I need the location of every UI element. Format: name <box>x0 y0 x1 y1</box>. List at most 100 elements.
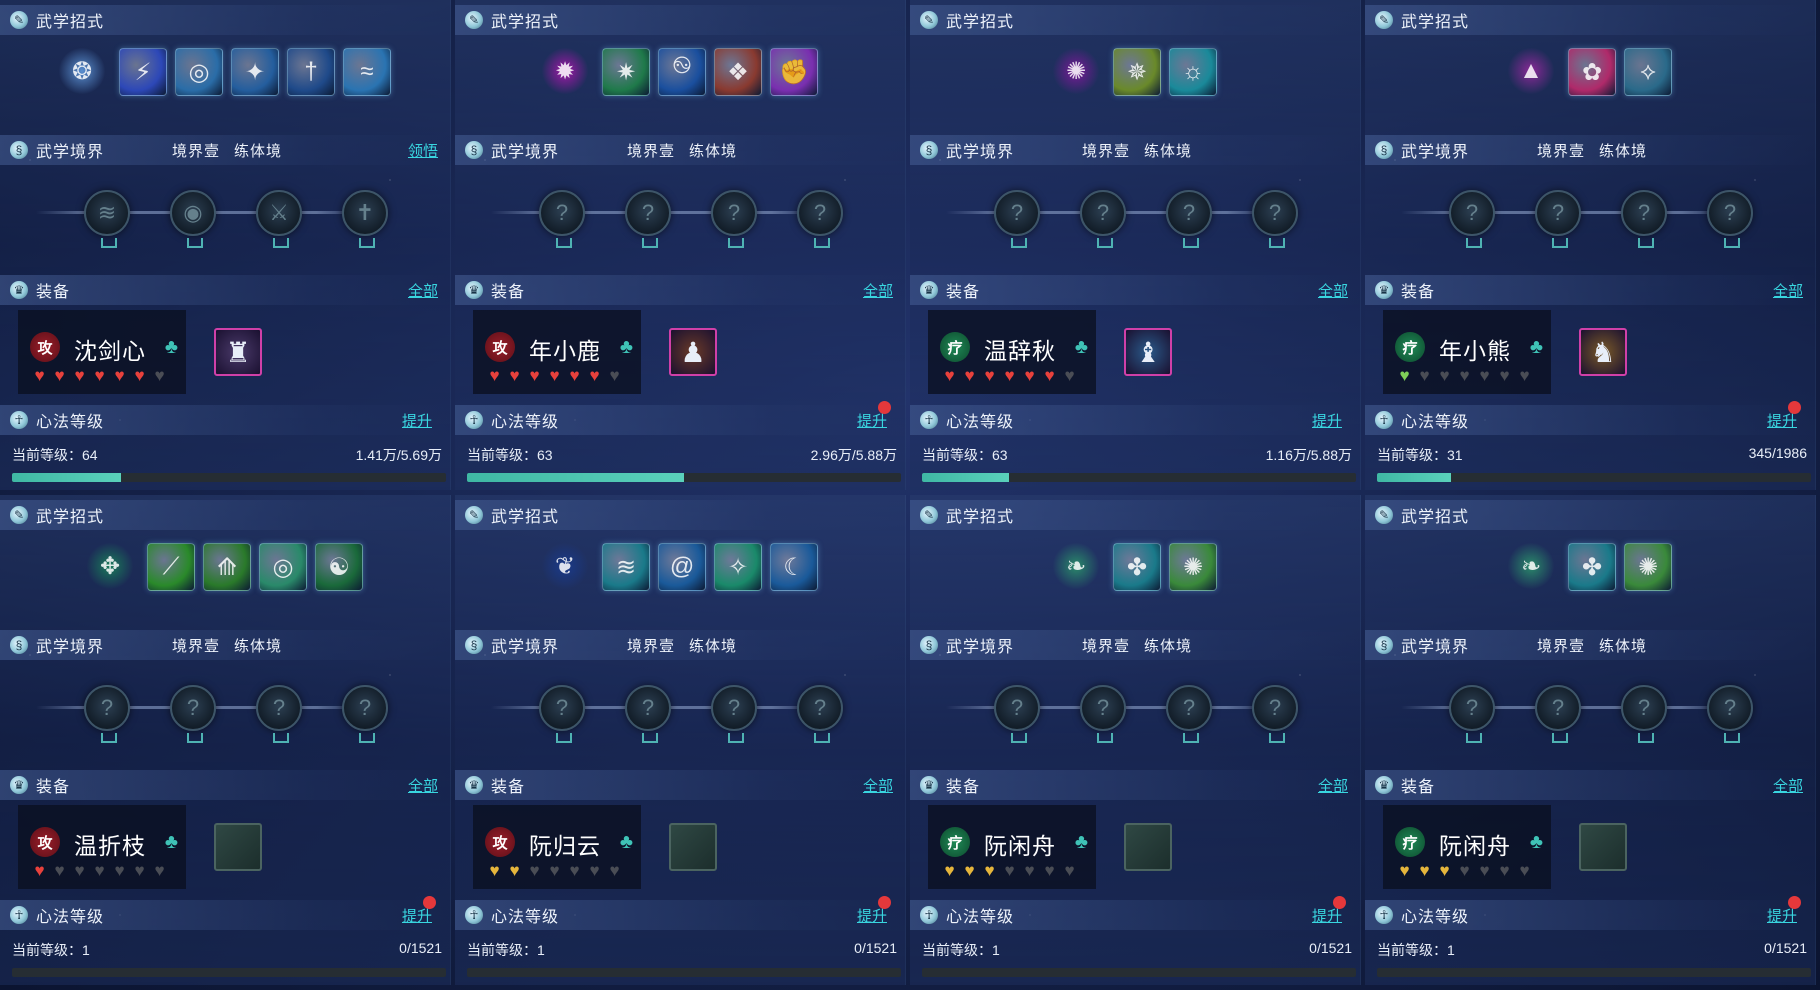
sword-fall-icon[interactable]: † <box>287 48 335 96</box>
locked-node-icon[interactable]: ? <box>1080 190 1126 248</box>
magenta-orb-icon[interactable]: ✹ <box>542 48 588 94</box>
locked-node-icon[interactable]: ? <box>1621 190 1667 248</box>
character-card[interactable]: 攻阮归云 ♣ ♥ ♥ ♥ ♥ ♥ ♥ ♥ <box>473 805 641 889</box>
locked-node-icon[interactable]: ? <box>1535 190 1581 248</box>
dancer-icon[interactable]: ✺ <box>1053 48 1099 94</box>
locked-node-icon[interactable]: ? <box>1252 685 1298 743</box>
xinfa-header: ☥ 心法等级 提升 <box>0 900 450 930</box>
pink-beast-icon[interactable]: ✿ <box>1568 48 1616 96</box>
robe-armor-icon[interactable]: ♝ <box>1124 328 1172 376</box>
lightning-slash-icon[interactable]: ⚡ <box>119 48 167 96</box>
locked-node-icon[interactable]: ? <box>994 685 1040 743</box>
equip-all-link[interactable]: 全部 <box>1318 280 1348 301</box>
comprehend-link[interactable]: 领悟 <box>408 140 438 161</box>
node-stand <box>556 238 572 248</box>
locked-node-icon[interactable]: ? <box>1535 685 1581 743</box>
purple-fist-icon[interactable]: ✊ <box>770 48 818 96</box>
locked-node-icon[interactable]: ? <box>797 685 843 743</box>
locked-node-icon[interactable]: ? <box>539 190 585 248</box>
character-card[interactable]: 攻温折枝 ♣ ♥ ♥ ♥ ♥ ♥ ♥ ♥ <box>18 805 186 889</box>
blade-node-icon[interactable]: ⚔ <box>256 190 302 248</box>
locked-node-icon[interactable]: ? <box>256 685 302 743</box>
wave-slash-icon[interactable]: ≋ <box>602 543 650 591</box>
crescent-icon[interactable]: ☾ <box>770 543 818 591</box>
empty-slot-icon[interactable] <box>214 823 262 871</box>
claw-icon[interactable]: ⟰ <box>203 543 251 591</box>
equip-all-link[interactable]: 全部 <box>1773 280 1803 301</box>
green-warrior-icon[interactable]: ✥ <box>87 543 133 589</box>
equip-all-link[interactable]: 全部 <box>1773 775 1803 796</box>
character-card[interactable]: 攻沈剑心 ♣ ♥ ♥ ♥ ♥ ♥ ♥ ♥ <box>18 310 186 394</box>
locked-node-icon[interactable]: ? <box>170 685 216 743</box>
realm-header: § 武学境界 境界壹 练体境 <box>910 630 1360 660</box>
fang-icon[interactable]: ⟡ <box>1624 48 1672 96</box>
star-rating: ♥ ♥ ♥ ♥ ♥ ♥ ♥ <box>1395 366 1534 386</box>
swirl-icon: § <box>920 141 938 159</box>
node-stand <box>814 733 830 743</box>
locked-node-icon[interactable]: ? <box>1449 685 1495 743</box>
jade-leaf-icon[interactable]: ❧ <box>1508 543 1554 589</box>
blue-flame-icon[interactable]: ❦ <box>542 543 588 589</box>
beast-icon[interactable]: ❖ <box>714 48 762 96</box>
locked-node-icon[interactable]: ? <box>625 685 671 743</box>
taiji-icon[interactable]: ☯ <box>315 543 363 591</box>
locked-node-icon[interactable]: ? <box>1707 685 1753 743</box>
locked-node-icon[interactable]: ? <box>797 190 843 248</box>
wave-strike-icon[interactable]: ≈ <box>343 48 391 96</box>
fish-icon[interactable]: ✤ <box>1568 543 1616 591</box>
ring-icon[interactable]: ◎ <box>259 543 307 591</box>
golden-armor-icon[interactable]: ♞ <box>1579 328 1627 376</box>
sun-ring-icon[interactable]: ☼ <box>1169 48 1217 96</box>
empty-slot-icon[interactable] <box>1124 823 1172 871</box>
locked-node-icon[interactable]: ? <box>539 685 585 743</box>
locked-node-icon[interactable]: ? <box>1252 190 1298 248</box>
locked-node-icon[interactable]: ? <box>1080 685 1126 743</box>
golden-burst-icon[interactable]: ✵ <box>1113 48 1161 96</box>
cyclone-icon[interactable]: @ <box>658 543 706 591</box>
star-strike-icon[interactable]: ✧ <box>714 543 762 591</box>
leaf-slash-icon[interactable]: ⟋ <box>147 543 195 591</box>
armor-robot-icon[interactable]: ♜ <box>214 328 262 376</box>
locked-node-icon[interactable]: ? <box>1707 190 1753 248</box>
character-panel: ✎ 武学招式 ❦ ≋ @ ✧ ☾ § 武学境界 境界壹 练体境???? ♛ 装备 全部攻阮归云 ♣ ♥ ♥ ♥ ♥ ♥… <box>455 495 906 985</box>
locked-node-icon[interactable]: ? <box>1621 685 1667 743</box>
fur-armor-icon[interactable]: ♟ <box>669 328 717 376</box>
jade-leaf-icon[interactable]: ❧ <box>1053 543 1099 589</box>
heart-icon: ♥ <box>130 366 149 386</box>
character-card[interactable]: 疗年小熊 ♣ ♥ ♥ ♥ ♥ ♥ ♥ ♥ <box>1383 310 1551 394</box>
locked-node-icon[interactable]: ? <box>625 190 671 248</box>
blue-spiral-icon[interactable]: ࿊ <box>658 48 706 96</box>
equip-all-link[interactable]: 全部 <box>863 280 893 301</box>
wind-node-icon[interactable]: ≋ <box>84 190 130 248</box>
character-card[interactable]: 攻年小鹿 ♣ ♥ ♥ ♥ ♥ ♥ ♥ ♥ <box>473 310 641 394</box>
fish-icon[interactable]: ✤ <box>1113 543 1161 591</box>
upgrade-link[interactable]: 提升 <box>402 410 432 431</box>
character-card[interactable]: 疗阮闲舟 ♣ ♥ ♥ ♥ ♥ ♥ ♥ ♥ <box>928 805 1096 889</box>
crystal-spire-icon[interactable]: ▲ <box>1508 48 1554 94</box>
frost-orb-icon[interactable]: ❂ <box>59 48 105 94</box>
character-card[interactable]: 疗温辞秋 ♣ ♥ ♥ ♥ ♥ ♥ ♥ ♥ <box>928 310 1096 394</box>
ice-claw-icon[interactable]: ✦ <box>231 48 279 96</box>
empty-slot-icon[interactable] <box>669 823 717 871</box>
locked-node-icon[interactable]: ? <box>1166 190 1212 248</box>
sword-node-icon[interactable]: ✝ <box>342 190 388 248</box>
flower-burst-icon[interactable]: ✺ <box>1169 543 1217 591</box>
flower-burst-icon[interactable]: ✺ <box>1624 543 1672 591</box>
upgrade-link[interactable]: 提升 <box>1312 410 1342 431</box>
empty-slot-icon[interactable] <box>1579 823 1627 871</box>
green-spark-icon[interactable]: ✷ <box>602 48 650 96</box>
equip-all-link[interactable]: 全部 <box>408 280 438 301</box>
locked-node-icon[interactable]: ? <box>711 190 757 248</box>
locked-node-icon[interactable]: ? <box>994 190 1040 248</box>
locked-node-icon[interactable]: ? <box>342 685 388 743</box>
equip-all-link[interactable]: 全部 <box>863 775 893 796</box>
equip-all-link[interactable]: 全部 <box>408 775 438 796</box>
whirl-icon[interactable]: ◎ <box>175 48 223 96</box>
locked-node-icon[interactable]: ? <box>84 685 130 743</box>
locked-node-icon[interactable]: ? <box>1449 190 1495 248</box>
locked-node-icon[interactable]: ? <box>1166 685 1212 743</box>
locked-node-icon[interactable]: ? <box>711 685 757 743</box>
character-card[interactable]: 疗阮闲舟 ♣ ♥ ♥ ♥ ♥ ♥ ♥ ♥ <box>1383 805 1551 889</box>
vortex-node-icon[interactable]: ◉ <box>170 190 216 248</box>
equip-all-link[interactable]: 全部 <box>1318 775 1348 796</box>
